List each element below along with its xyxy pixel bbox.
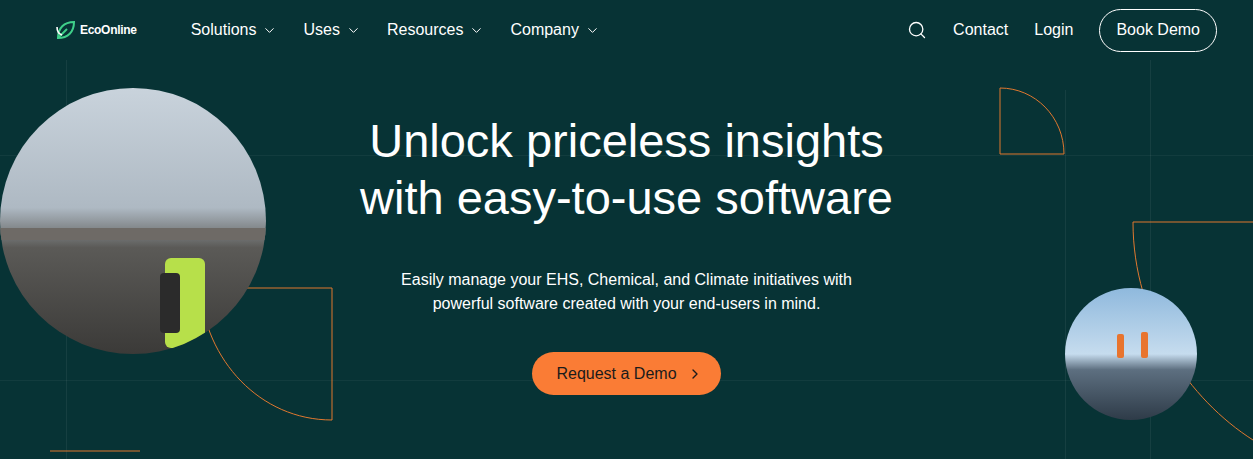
workers-photo bbox=[0, 88, 266, 354]
chevron-down-icon bbox=[585, 23, 600, 38]
main-menu: Solutions Uses Resources Company bbox=[191, 18, 600, 42]
search-icon[interactable] bbox=[907, 20, 927, 40]
request-demo-button[interactable]: Request a Demo bbox=[532, 352, 720, 395]
menu-item[interactable]: Company bbox=[510, 18, 599, 42]
menu-item[interactable]: Resources bbox=[387, 18, 484, 42]
page: EcoOnline Solutions Uses Resources Company Co… bbox=[0, 0, 1253, 459]
chevron-down-icon bbox=[262, 23, 277, 38]
hero-title: Unlock priceless insightswith easy-to-us… bbox=[360, 112, 893, 226]
menu-item[interactable]: Solutions bbox=[191, 18, 278, 42]
top-nav: EcoOnline Solutions Uses Resources Company Co… bbox=[0, 0, 1253, 60]
brand-logo[interactable]: EcoOnline bbox=[55, 19, 137, 41]
menu-item[interactable]: Uses bbox=[303, 18, 360, 42]
hero-subtitle: Easily manage your EHS, Chemical, and Cl… bbox=[401, 268, 852, 316]
brand-name: EcoOnline bbox=[80, 21, 137, 39]
chevron-right-icon bbox=[687, 366, 703, 382]
chevron-down-icon bbox=[469, 23, 484, 38]
header-link[interactable]: Login bbox=[1034, 18, 1073, 42]
leaf-icon bbox=[55, 19, 77, 41]
book-demo-button[interactable]: Book Demo bbox=[1099, 9, 1217, 52]
solar-photo bbox=[1065, 288, 1197, 420]
chevron-down-icon bbox=[346, 23, 361, 38]
header-link[interactable]: Contact bbox=[953, 18, 1008, 42]
hero: Unlock priceless insightswith easy-to-us… bbox=[0, 60, 1253, 395]
